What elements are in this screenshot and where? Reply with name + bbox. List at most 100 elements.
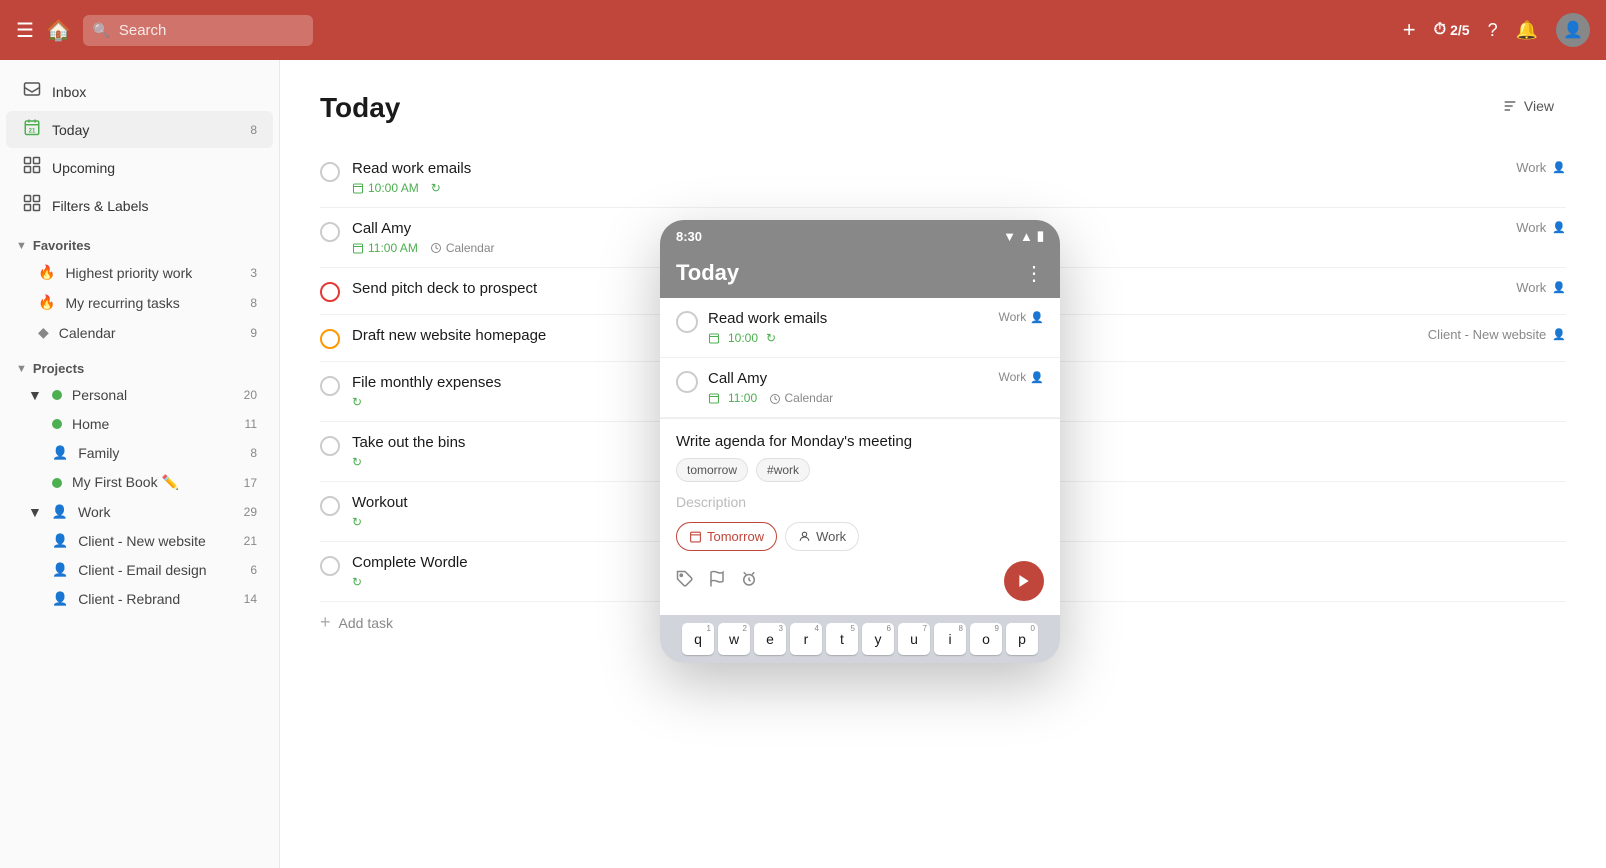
mobile-person-1: 👤	[1030, 311, 1044, 324]
sidebar-item-client-new-website[interactable]: 👤 Client - New website 21	[6, 527, 273, 555]
person-icon-btn	[798, 530, 811, 543]
tag-icon[interactable]	[676, 570, 694, 593]
task-check-2[interactable]	[320, 222, 340, 242]
quick-add-text: Write agenda for Monday's meeting	[676, 433, 1044, 450]
recurring-icon: 🔥	[38, 294, 55, 311]
flag-icon[interactable]	[708, 570, 726, 593]
task-check-8[interactable]	[320, 556, 340, 576]
table-row: Read work emails 10:00 AM ↻ Work 👤	[320, 148, 1566, 208]
sidebar-item-highest-priority[interactable]: 🔥 Highest priority work 3	[6, 258, 273, 287]
sidebar-item-recurring[interactable]: 🔥 My recurring tasks 8	[6, 288, 273, 317]
top-navigation: ☰ 🏠 🔍 + ⏱ 2/5 ? 🔔 👤	[0, 0, 1606, 60]
quick-add-buttons: Tomorrow Work	[676, 522, 1044, 551]
view-button[interactable]: View	[1490, 92, 1566, 120]
task-body-1: Read work emails 10:00 AM ↻	[352, 160, 1504, 195]
upcoming-icon	[22, 156, 42, 179]
clock-icon	[769, 393, 781, 405]
wifi-icon: ▼	[1003, 229, 1016, 244]
key-u[interactable]: 7u	[898, 623, 930, 655]
quick-add-panel: Write agenda for Monday's meeting tomorr…	[660, 418, 1060, 615]
task-time-2: 11:00 AM	[352, 241, 418, 255]
task-name-1: Read work emails	[352, 160, 1504, 177]
calendar-icon: ◆	[38, 324, 49, 341]
sidebar-item-firstbook[interactable]: My First Book ✏️ 17	[6, 468, 273, 497]
notifications-button[interactable]: 🔔	[1516, 20, 1538, 41]
task-person-4: 👤	[1552, 328, 1566, 341]
mobile-task-row-1: Read work emails 10:00 ↻ Work 👤	[676, 310, 1044, 345]
date-button[interactable]: Tomorrow	[676, 522, 777, 551]
sidebar-recurring-badge: 8	[250, 296, 257, 310]
main-layout: Inbox 21 Today 8 Upcoming Filters & Labe…	[0, 60, 1606, 868]
keyboard-row-1: 1q 2w 3e 4r 5t 6y 7u 8i 9o 0p	[664, 623, 1056, 655]
sidebar-item-filters[interactable]: Filters & Labels	[6, 187, 273, 224]
favorites-section-header[interactable]: ▼ Favorites	[0, 228, 279, 257]
mobile-more-button[interactable]: ⋮	[1024, 261, 1044, 286]
task-check-5[interactable]	[320, 376, 340, 396]
sidebar-item-client-email[interactable]: 👤 Client - Email design 6	[6, 556, 273, 584]
sidebar-item-personal[interactable]: ▼ Personal 20	[6, 381, 273, 409]
work-chevron: ▼	[28, 504, 42, 520]
key-p[interactable]: 0p	[1006, 623, 1038, 655]
inbox-icon	[22, 80, 42, 103]
personal-dot	[52, 390, 62, 400]
key-y[interactable]: 6y	[862, 623, 894, 655]
mobile-recur-1: ↻	[766, 331, 776, 345]
task-right-4: Client - New website 👤	[1428, 327, 1566, 342]
sidebar-item-work[interactable]: ▼ 👤 Work 29	[6, 498, 273, 526]
sidebar-item-inbox[interactable]: Inbox	[6, 73, 273, 110]
key-o[interactable]: 9o	[970, 623, 1002, 655]
quick-add-description[interactable]: Description	[676, 494, 1044, 510]
mobile-check-2[interactable]	[676, 371, 698, 393]
alarm-icon[interactable]	[740, 570, 758, 593]
help-button[interactable]: ?	[1488, 20, 1498, 41]
key-i[interactable]: 8i	[934, 623, 966, 655]
task-recur-5: ↻	[352, 395, 362, 409]
sidebar-item-calendar[interactable]: ◆ Calendar 9	[6, 318, 273, 347]
key-t[interactable]: 5t	[826, 623, 858, 655]
sidebar-item-today[interactable]: 21 Today 8	[6, 111, 273, 148]
task-check-7[interactable]	[320, 496, 340, 516]
task-check-3[interactable]	[320, 282, 340, 302]
mobile-task-list: Read work emails 10:00 ↻ Work 👤	[660, 298, 1060, 418]
key-q[interactable]: 1q	[682, 623, 714, 655]
send-button[interactable]	[1004, 561, 1044, 601]
sidebar-item-home[interactable]: Home 11	[6, 410, 273, 438]
focus-counter[interactable]: ⏱ 2/5	[1434, 21, 1470, 39]
task-check-6[interactable]	[320, 436, 340, 456]
sidebar-item-upcoming[interactable]: Upcoming	[6, 149, 273, 186]
sidebar-recurring-label: My recurring tasks	[65, 295, 179, 311]
client-new-icon: 👤	[52, 533, 68, 549]
mobile-task-right-2: Work 👤	[999, 370, 1044, 384]
mobile-title: Today	[676, 260, 739, 286]
key-r[interactable]: 4r	[790, 623, 822, 655]
add-button[interactable]: +	[1403, 17, 1416, 43]
projects-chevron: ▼	[16, 363, 27, 375]
mobile-keyboard: 1q 2w 3e 4r 5t 6y 7u 8i 9o 0p	[660, 615, 1060, 663]
tag-tomorrow[interactable]: tomorrow	[676, 458, 748, 482]
projects-section-header[interactable]: ▼ Projects	[0, 351, 279, 380]
avatar[interactable]: 👤	[1556, 13, 1590, 47]
task-check-1[interactable]	[320, 162, 340, 182]
filters-icon	[22, 194, 42, 217]
mobile-time: 8:30	[676, 229, 702, 244]
search-input[interactable]	[83, 15, 313, 46]
home-dot	[52, 419, 62, 429]
mobile-check-1[interactable]	[676, 311, 698, 333]
home-icon[interactable]: 🏠	[46, 18, 71, 43]
key-e[interactable]: 3e	[754, 623, 786, 655]
task-recur-7: ↻	[352, 515, 362, 529]
client-email-icon: 👤	[52, 562, 68, 578]
project-button[interactable]: Work	[785, 522, 859, 551]
key-w[interactable]: 2w	[718, 623, 750, 655]
task-check-4[interactable]	[320, 329, 340, 349]
sidebar-highest-priority-badge: 3	[250, 266, 257, 280]
mobile-status-icons: ▼ ▲ ▮	[1003, 228, 1044, 244]
sidebar-calendar-label: Calendar	[59, 325, 116, 341]
sidebar-item-family[interactable]: 👤 Family 8	[6, 439, 273, 467]
task-time-1: 10:00 AM	[352, 181, 419, 195]
sidebar-item-client-rebrand[interactable]: 👤 Client - Rebrand 14	[6, 585, 273, 613]
fire-icon: 🔥	[38, 264, 55, 281]
tag-work[interactable]: #work	[756, 458, 810, 482]
task-recur-6: ↻	[352, 455, 362, 469]
hamburger-icon[interactable]: ☰	[16, 18, 34, 43]
